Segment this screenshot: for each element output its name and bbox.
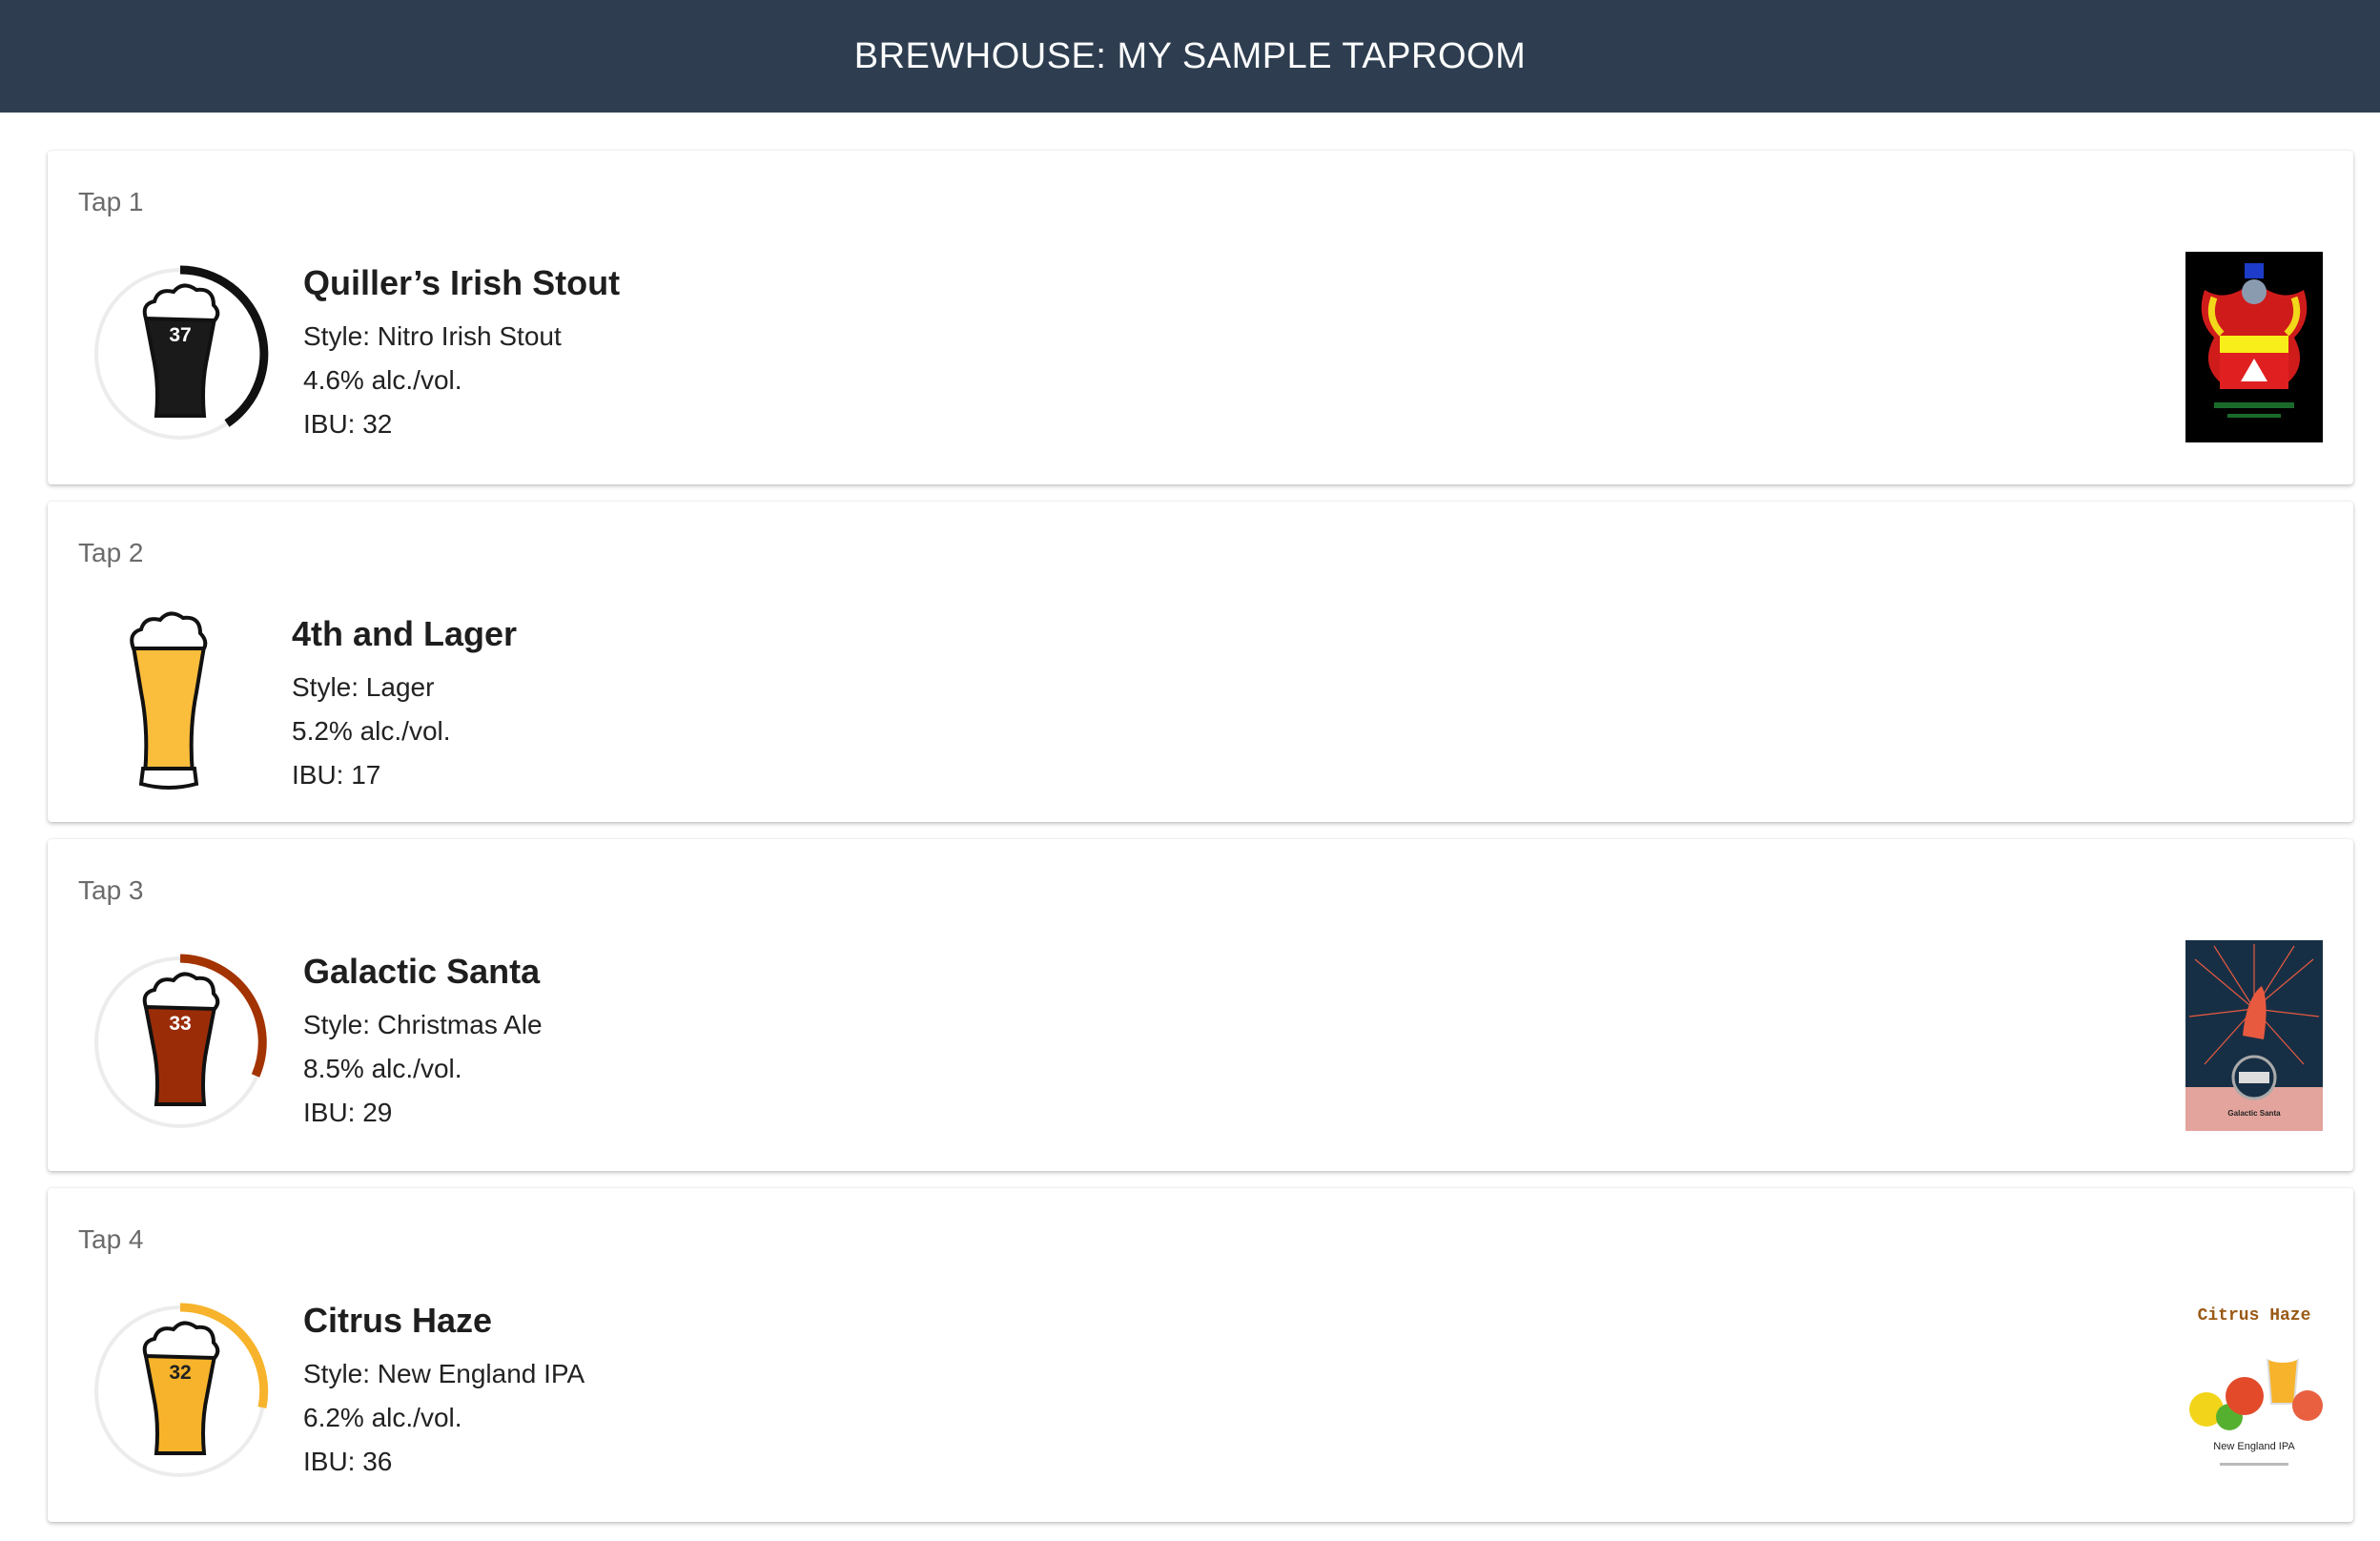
gauge-value: 37	[169, 324, 191, 346]
beer-ibu: IBU: 29	[303, 1098, 393, 1127]
beer-abv: 4.6% alc./vol.	[303, 365, 462, 395]
tap-number: Tap 4	[78, 1224, 144, 1254]
foam-icon	[142, 1321, 220, 1361]
beer-info: Quiller’s Irish Stout Style: Nitro Irish…	[303, 263, 620, 446]
beer-abv: 6.2% alc./vol.	[303, 1403, 462, 1432]
beer-label-image: Galactic Santa	[2185, 940, 2323, 1131]
beer-ibu: IBU: 36	[303, 1447, 393, 1476]
gauge-value: 33	[169, 1013, 191, 1035]
tap-number: Tap 2	[78, 538, 144, 567]
beer-style: Style: Christmas Ale	[303, 1010, 543, 1039]
label-text: Galactic Santa	[2227, 1109, 2281, 1118]
tap-number: Tap 1	[78, 187, 144, 216]
keg-level-gauge: 33	[78, 940, 282, 1144]
foam-icon	[142, 283, 220, 323]
beer-name: Citrus Haze	[303, 1301, 493, 1340]
beer-style: Style: Nitro Irish Stout	[303, 321, 562, 351]
label-title: Citrus Haze	[2198, 1306, 2311, 1325]
beer-info: 4th and Lager Style: Lager 5.2% alc./vol…	[292, 614, 517, 797]
foam-icon	[130, 611, 208, 650]
tap-list: Tap 1 37 Quiller’s Irish Stout Style: Ni…	[0, 113, 2380, 1522]
keg-level-gauge: 32	[78, 1289, 282, 1493]
tap-card[interactable]: Tap 3 33 Galactic Santa Style: Christmas…	[48, 839, 2353, 1171]
beer-name: Galactic Santa	[303, 952, 541, 991]
beer-info: Galactic Santa Style: Christmas Ale 8.5%…	[303, 952, 543, 1135]
beer-style: Style: New England IPA	[303, 1359, 585, 1388]
beer-label-image: Citrus Haze New England IPA	[2185, 1289, 2323, 1480]
tap-card[interactable]: Tap 1 37 Quiller’s Irish Stout Style: Ni…	[48, 151, 2353, 484]
beer-ibu: IBU: 32	[303, 409, 393, 439]
beer-ibu: IBU: 17	[292, 760, 381, 790]
keg-level-gauge: 37	[78, 252, 282, 456]
beer-name: 4th and Lager	[292, 614, 518, 653]
tap-card[interactable]: Tap 2 4th and Lager Style: Lager 5.2% al…	[48, 502, 2353, 822]
beer-info: Citrus Haze Style: New England IPA 6.2% …	[303, 1301, 585, 1484]
beer-abv: 8.5% alc./vol.	[303, 1054, 462, 1083]
foam-icon	[142, 972, 220, 1012]
label-subtitle: New England IPA	[2213, 1441, 2295, 1452]
beer-name: Quiller’s Irish Stout	[303, 263, 621, 302]
beer-abv: 5.2% alc./vol.	[292, 716, 451, 746]
beer-label-image	[2185, 252, 2323, 442]
beer-glass-icon	[116, 606, 221, 797]
beer-style: Style: Lager	[292, 672, 435, 702]
gauge-value: 32	[169, 1362, 191, 1384]
tap-number: Tap 3	[78, 875, 144, 905]
page-title: BREWHOUSE: MY SAMPLE TAPROOM	[853, 35, 1527, 76]
app-header: BREWHOUSE: MY SAMPLE TAPROOM	[0, 0, 2380, 113]
tap-card[interactable]: Tap 4 32 Citrus Haze Style: New England …	[48, 1188, 2353, 1522]
